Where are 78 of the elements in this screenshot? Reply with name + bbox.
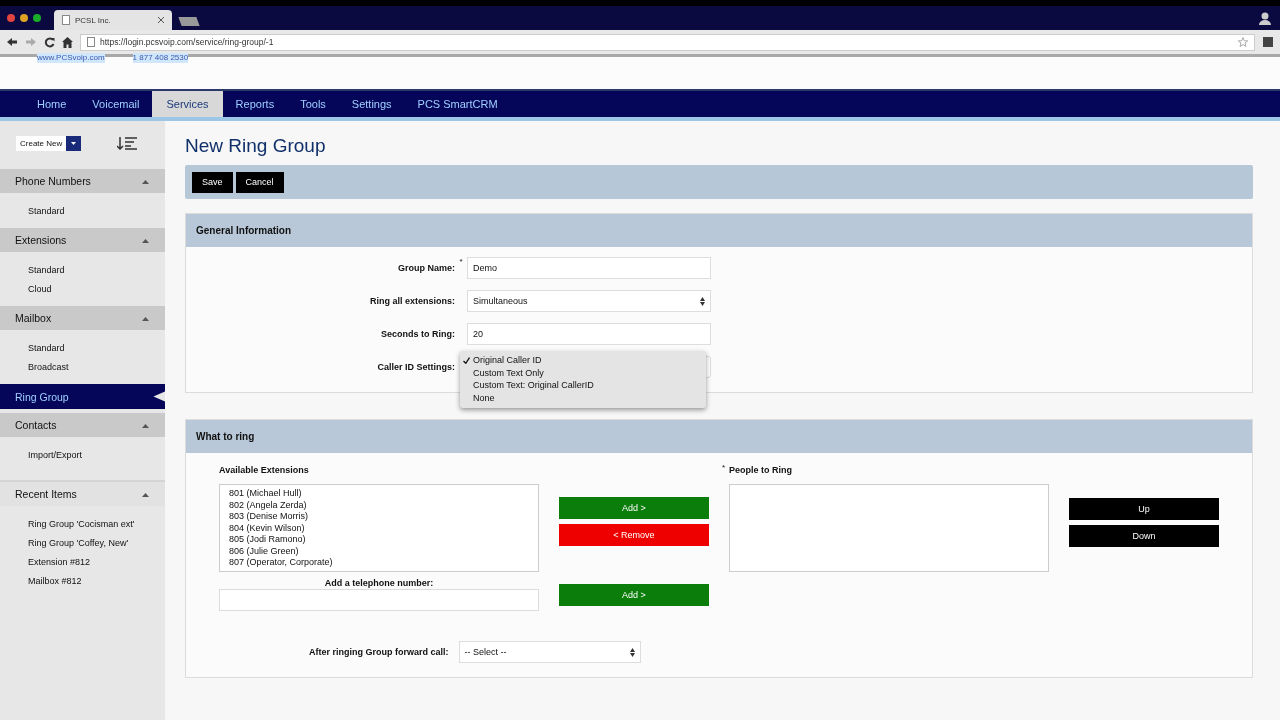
address-bar[interactable]: https://login.pcsvoip.com/service/ring-group/-1 <box>80 33 1255 51</box>
sidebar-item[interactable]: Ring Group 'Cocisman ext' <box>28 517 165 531</box>
sidebar-item[interactable]: Mailbox #812 <box>28 574 165 588</box>
list-item[interactable]: 805 (Jodi Ramono) <box>229 534 529 546</box>
dropdown-option[interactable]: Custom Text Only <box>460 366 706 379</box>
select-arrows-icon <box>700 296 705 306</box>
list-item[interactable]: 807 (Operator, Corporate) <box>229 557 529 569</box>
user-icon[interactable] <box>1258 11 1272 25</box>
dropdown-option[interactable]: Original Caller ID <box>460 354 706 367</box>
sidebar-item[interactable]: Standard <box>28 341 165 355</box>
panel-header: General Information <box>186 214 1252 247</box>
list-item[interactable]: 806 (Julie Green) <box>229 545 529 557</box>
nav-tab[interactable]: Tools <box>287 91 339 117</box>
list-item[interactable]: 801 (Michael Hull) <box>229 488 529 500</box>
create-new-dropdown[interactable]: Create New <box>16 135 82 151</box>
input-field[interactable]: 20 <box>467 323 711 345</box>
sidebar-section-header[interactable]: Recent Items <box>0 480 165 506</box>
select-field[interactable]: Simultaneous <box>467 290 711 312</box>
nav-tab[interactable]: Home <box>24 91 80 117</box>
home-icon[interactable] <box>62 36 73 48</box>
field-label: Ring all extensions: <box>368 296 455 306</box>
required-mark: * <box>459 257 463 266</box>
nav-tab[interactable]: Settings <box>338 91 405 117</box>
input-field[interactable]: Demo <box>467 257 711 279</box>
toolbar-button[interactable]: Save <box>192 171 233 193</box>
down-button[interactable]: Down <box>1069 525 1219 547</box>
required-mark: * <box>722 463 726 472</box>
browser-tab[interactable]: PCSL Inc. <box>54 10 172 30</box>
list-item[interactable]: 803 (Denise Morris) <box>229 511 529 523</box>
add-button[interactable]: Add > <box>559 583 709 606</box>
select-field[interactable]: -- Select -- <box>458 641 641 663</box>
panel-header: What to ring <box>186 420 1252 453</box>
nav-tab[interactable]: Reports <box>222 91 288 117</box>
reload-icon[interactable] <box>44 36 55 48</box>
new-tab-button[interactable] <box>178 17 200 26</box>
field-label: Group Name: <box>397 263 455 273</box>
page-title: New Ring Group <box>185 135 327 157</box>
field-label: Seconds to Ring: <box>380 329 455 339</box>
sidebar-item[interactable]: Import/Export <box>28 448 165 462</box>
sort-list-icon[interactable] <box>117 136 138 150</box>
page-icon <box>87 37 95 47</box>
nav-tab[interactable]: PCS SmartCRM <box>404 91 511 117</box>
page-icon <box>62 15 70 25</box>
close-icon[interactable] <box>158 17 164 23</box>
toolbar-button[interactable]: Cancel <box>235 171 284 193</box>
phone-number-field[interactable] <box>219 589 539 611</box>
list-label: Available Extensions <box>219 465 310 477</box>
sidebar-section-header[interactable]: Mailbox <box>0 306 165 330</box>
field-label: Add a telephone number: <box>323 578 435 589</box>
sidebar-item[interactable]: Standard <box>28 263 165 277</box>
dropdown-option[interactable]: None <box>460 391 706 404</box>
select-arrows-icon <box>629 647 635 657</box>
sidebar-item[interactable]: Cloud <box>28 282 165 296</box>
star-icon[interactable] <box>1238 37 1248 47</box>
sidebar-item[interactable]: Ring Group <box>0 384 165 409</box>
list-item[interactable]: 804 (Kevin Wilson) <box>229 522 529 534</box>
back-icon[interactable] <box>6 37 18 47</box>
nav-tab[interactable]: Voicemail <box>79 91 153 117</box>
add-button[interactable]: Add > <box>559 497 709 519</box>
sidebar-item[interactable]: Ring Group 'Coffey, New' <box>28 536 165 550</box>
sidebar-section-header[interactable]: Phone Numbers <box>0 169 165 193</box>
website-link[interactable]: www.PCSvoip.com <box>37 53 105 63</box>
nav-tab[interactable]: Services <box>152 91 223 117</box>
phone-number: 1 877 408 2530 <box>132 53 189 63</box>
sidebar-section-header[interactable]: Contacts <box>0 413 165 437</box>
sidebar-item[interactable]: Extension #812 <box>28 555 165 569</box>
list-label: People to Ring <box>729 465 792 475</box>
caret-icon <box>66 135 82 151</box>
up-button[interactable]: Up <box>1069 498 1219 520</box>
remove-button[interactable]: < Remove <box>559 524 709 546</box>
sidebar-section-header[interactable]: Extensions <box>0 228 165 252</box>
sidebar-item[interactable]: Standard <box>28 204 165 218</box>
sidebar-item[interactable]: Broadcast <box>28 360 165 374</box>
field-label: After ringing Group forward call: <box>309 647 449 657</box>
field-label: Caller ID Settings: <box>376 362 455 372</box>
dropdown-option[interactable]: Custom Text: Original CallerID <box>460 379 706 392</box>
extensions-list[interactable]: 801 (Michael Hull) 802 (Angela Zerda) 803 (Denise Morris) 804 (Kevin Wilson) 805 (Jodi Ramono) 806 (Julie Green) 807 (Operator, Corporate) <box>219 484 539 572</box>
list-item[interactable]: 802 (Angela Zerda) <box>229 499 529 511</box>
